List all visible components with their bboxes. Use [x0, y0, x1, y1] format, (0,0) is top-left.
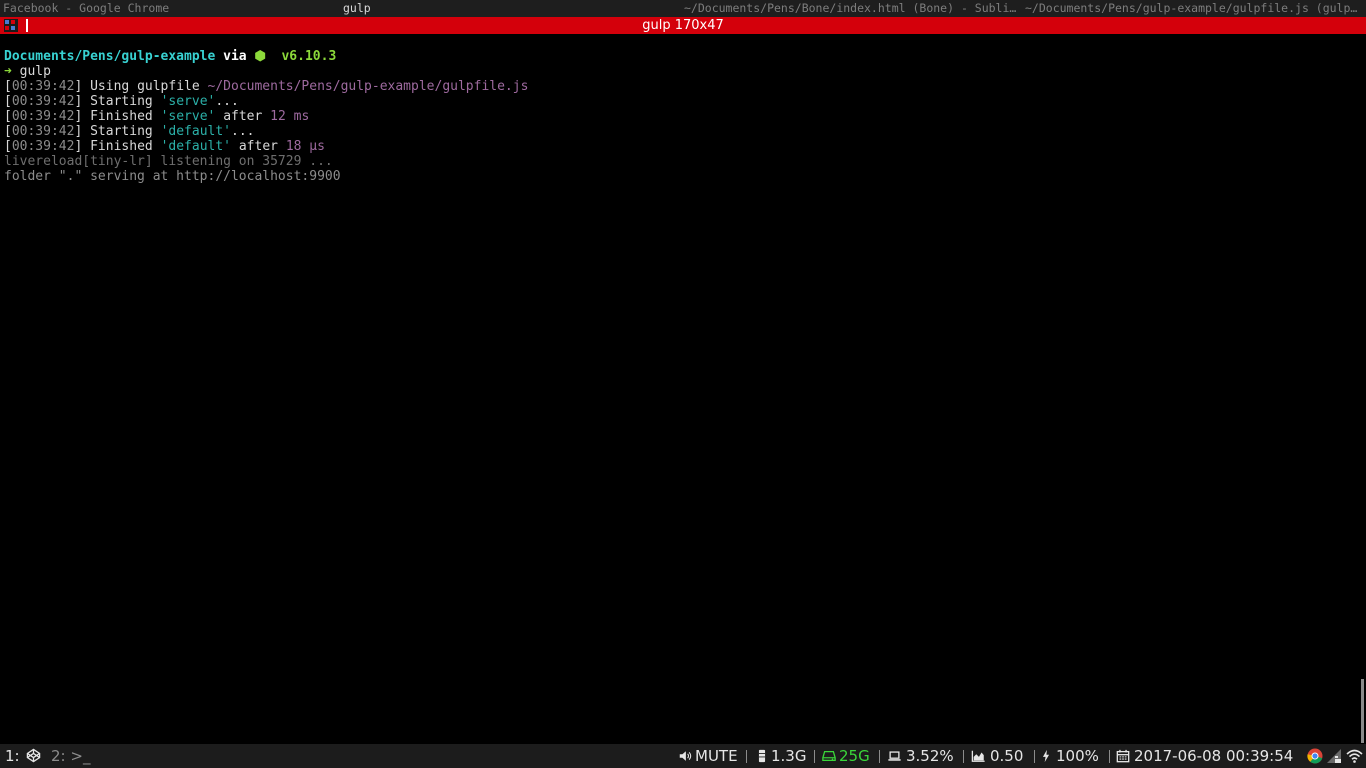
status-divider	[1034, 750, 1035, 763]
log-task: 'default'	[160, 139, 232, 154]
command-text: gulp	[19, 64, 51, 79]
battery-value: 100%	[1056, 747, 1099, 765]
log-text: Finished	[90, 139, 153, 154]
prompt-line: Documents/Pens/gulp-example via ⬢ v6.10.…	[4, 49, 1354, 64]
cpu-value: 3.52%	[906, 747, 954, 765]
status-divider	[879, 750, 880, 763]
node-icon: ⬢	[254, 49, 266, 64]
prompt-arrow-icon: ➜	[4, 64, 12, 79]
log-task: 'default'	[160, 124, 232, 139]
livereload-line: livereload[tiny-lr] listening on 35729 .…	[4, 154, 333, 169]
log-task: 'serve'	[160, 109, 216, 124]
memory-block: 1.3G	[757, 747, 806, 765]
load-block: 0.50	[971, 747, 1023, 765]
log-time: 00:39:42	[11, 94, 75, 109]
terminal-output[interactable]: Documents/Pens/gulp-example via ⬢ v6.10.…	[4, 49, 1354, 184]
status-divider	[814, 750, 815, 763]
log-suffix: ...	[215, 94, 239, 109]
log-path: ~/Documents/Pens/gulp-example/gulpfile.j…	[207, 79, 529, 94]
window-tab-sublime-bone[interactable]: ~/Documents/Pens/Bone/index.html (Bone) …	[684, 1, 1020, 16]
log-text: Finished	[90, 109, 153, 124]
disk-value: 25G	[839, 747, 870, 765]
log-text: Using gulpfile	[90, 79, 200, 94]
log-duration: 18 μs	[285, 139, 325, 154]
laptop-icon	[888, 751, 901, 761]
log-line: [00:39:42] Starting 'default'...	[4, 124, 255, 139]
workspace-2[interactable]: 2: >_	[51, 747, 90, 765]
volume-block[interactable]: MUTE	[678, 747, 738, 765]
log-text: Starting	[90, 124, 153, 139]
terminal-prompt-icon: >_	[70, 747, 91, 765]
log-line: [00:39:42] Using gulpfile ~/Documents/Pe…	[4, 79, 529, 94]
volume-value: MUTE	[695, 747, 738, 765]
status-divider	[1109, 750, 1110, 763]
log-time: 00:39:42	[11, 109, 75, 124]
log-time: 00:39:42	[11, 139, 75, 154]
log-time: 00:39:42	[11, 79, 75, 94]
log-suffix: ...	[231, 124, 255, 139]
log-line: [00:39:42] Starting 'serve'...	[4, 94, 239, 109]
log-task: 'serve'	[160, 94, 216, 109]
disk-block: 25G	[822, 747, 870, 765]
log-after: after	[238, 139, 278, 154]
network-tray-icon[interactable]	[1326, 748, 1342, 764]
log-duration: 12 ms	[270, 109, 310, 124]
calendar-icon	[1116, 749, 1130, 763]
workspace-1[interactable]: 1:	[5, 747, 41, 765]
codepen-icon	[27, 748, 41, 763]
log-text: Starting	[90, 94, 153, 109]
window-tab-gulp[interactable]: gulp	[343, 1, 673, 16]
hdd-icon	[822, 750, 836, 762]
wifi-icon[interactable]	[1346, 748, 1363, 764]
window-tab-sublime-gulpfile[interactable]: ~/Documents/Pens/gulp-example/gulpfile.j…	[1025, 1, 1363, 16]
log-after: after	[223, 109, 263, 124]
workspace-label: 2:	[51, 747, 66, 765]
speaker-icon	[679, 751, 692, 761]
terminal-title: gulp 170x47	[642, 18, 724, 33]
terminal-scrollbar[interactable]	[1361, 679, 1364, 743]
terminal-title-bar: gulp 170x47	[0, 17, 1366, 34]
serving-line: folder "." serving at http://localhost:9…	[4, 169, 341, 184]
status-divider	[746, 750, 747, 763]
cpu-block: 3.52%	[887, 747, 954, 765]
command-line: ➜ gulp	[4, 64, 1354, 79]
node-version: v6.10.3	[281, 49, 337, 64]
status-bar: 1: 2: >_ MUTE 1.3G 25G 3.52% 0.50 100% 2…	[0, 744, 1366, 768]
window-tab-chrome[interactable]: Facebook - Google Chrome	[3, 1, 333, 16]
window-tab-bar: Facebook - Google Chrome gulp ~/Document…	[0, 0, 1366, 17]
load-value: 0.50	[990, 747, 1024, 765]
chrome-tray-icon[interactable]	[1307, 748, 1323, 764]
memory-icon	[758, 749, 766, 763]
log-line: [00:39:42] Finished 'default' after 18 μ…	[4, 139, 325, 154]
lightning-icon	[1042, 749, 1050, 763]
log-time: 00:39:42	[11, 124, 75, 139]
datetime-value: 2017-06-08 00:39:54	[1134, 747, 1294, 765]
battery-block: 100%	[1041, 747, 1099, 765]
area-chart-icon	[971, 750, 985, 762]
memory-value: 1.3G	[771, 747, 807, 765]
datetime-block[interactable]: 2017-06-08 00:39:54	[1116, 747, 1293, 765]
prompt-via: via	[223, 49, 247, 64]
status-divider	[963, 750, 964, 763]
workspace-label: 1:	[5, 747, 20, 765]
prompt-path: Documents/Pens/gulp-example	[4, 49, 216, 64]
log-line: [00:39:42] Finished 'serve' after 12 ms	[4, 109, 310, 124]
